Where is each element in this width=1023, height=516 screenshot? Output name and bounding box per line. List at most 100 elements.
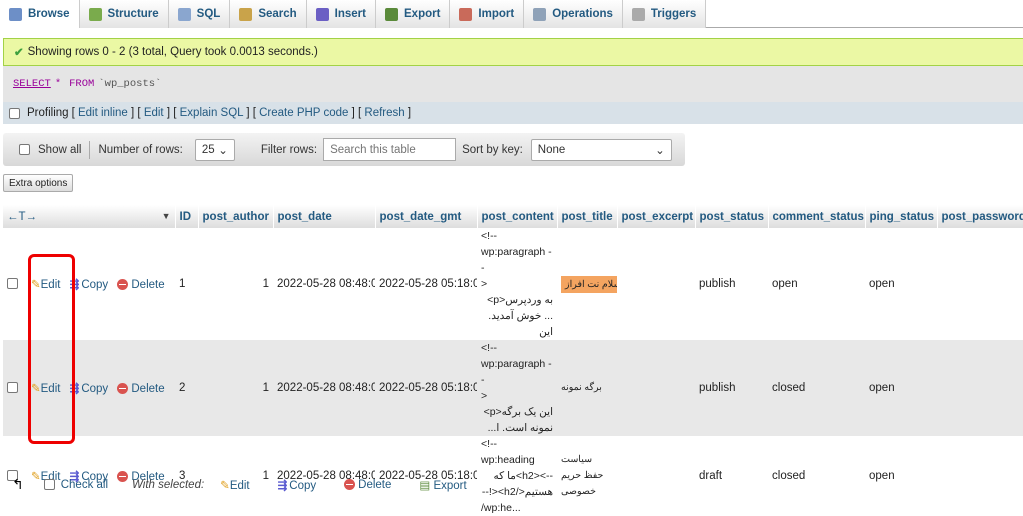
cell-content: <!-- wp:paragraph -- > به وردپرس<p> ... خوش …: [477, 228, 558, 340]
content-line: --><h2>ما که: [493, 470, 554, 482]
tab-label: Search: [258, 8, 297, 20]
tab-browse[interactable]: Browse: [0, 0, 80, 28]
check-all-label[interactable]: Check all: [61, 479, 108, 491]
tab-search[interactable]: Search: [230, 0, 307, 28]
delete-icon: [117, 383, 129, 395]
insert-icon: [315, 7, 329, 21]
link-explain-sql[interactable]: Explain SQL: [180, 107, 244, 119]
column-ping_status[interactable]: ping_status: [865, 205, 938, 228]
triggers-icon: [631, 7, 645, 21]
tab-sql[interactable]: SQL: [168, 0, 231, 28]
column-resize-header[interactable]: ←T→ ▼: [3, 205, 176, 228]
export-icon: [385, 7, 398, 21]
cell-password: [937, 436, 1023, 516]
check-all-checkbox[interactable]: [43, 479, 55, 490]
column-ID[interactable]: ID: [175, 205, 199, 228]
sort-caret-icon[interactable]: ▼: [162, 211, 171, 221]
link-refresh[interactable]: Refresh: [364, 107, 404, 119]
arrows-icon: ←T→: [7, 210, 38, 223]
content-line: <!-- wp:heading: [481, 438, 535, 466]
column-post_content[interactable]: post_content: [477, 205, 558, 228]
chevron-down-icon: ⌄: [218, 144, 228, 157]
tab-insert[interactable]: Insert: [306, 0, 376, 28]
cell-id: 2: [175, 340, 199, 436]
bulk-export-button[interactable]: ▤ Export: [419, 478, 466, 492]
tab-label: Operations: [552, 8, 613, 20]
content-line: هستیم</h2><!--: [481, 486, 554, 498]
tab-operations[interactable]: Operations: [524, 0, 623, 28]
row-checkbox[interactable]: [7, 382, 18, 394]
edit-label: Edit: [40, 279, 61, 291]
edit-button[interactable]: ✎Edit: [31, 279, 60, 291]
cell-author: 1: [198, 340, 274, 436]
structure-icon: [88, 7, 102, 21]
content-line: این یک برگه<p>: [483, 406, 554, 418]
sort-value: None: [537, 143, 566, 156]
cell-password: [937, 228, 1023, 340]
column-post_password[interactable]: post_password: [937, 205, 1023, 228]
cell-status: publish: [695, 228, 769, 340]
cell-id: 1: [175, 228, 199, 340]
bulk-edit-button[interactable]: ✎Edit: [220, 478, 249, 492]
extra-options-button[interactable]: Extra options: [3, 174, 74, 192]
rows-value: 25: [201, 143, 215, 156]
cell-status: draft: [695, 436, 769, 516]
link-edit-inline[interactable]: Edit inline: [78, 107, 128, 119]
tab-export[interactable]: Export: [376, 0, 451, 28]
tab-structure[interactable]: Structure: [79, 0, 169, 28]
column-comment_status[interactable]: comment_status: [768, 205, 866, 228]
cell-ping-status: open: [865, 228, 938, 340]
check-icon: ✔: [14, 47, 24, 59]
copy-button[interactable]: ⇶ Copy: [70, 383, 109, 395]
tab-import[interactable]: Import: [450, 0, 525, 28]
copy-label: Copy: [81, 279, 109, 291]
bulk-actions: ↰ Check all With selected: ✎Edit ⇶ Copy D…: [12, 476, 467, 493]
bulk-delete-button[interactable]: Delete: [344, 479, 391, 491]
content-line: به وردپرس<p>: [487, 294, 554, 306]
column-post_date_gmt[interactable]: post_date_gmt: [375, 205, 478, 228]
profiling-checkbox[interactable]: [9, 107, 20, 119]
notice-text: Showing rows 0 - 2 (3 total, Query took …: [27, 46, 318, 58]
bulk-copy-button[interactable]: ⇶ Copy: [278, 478, 317, 492]
content-line: نمونه است. ا...: [487, 422, 554, 434]
table-row: ✎Edit ⇶ Copy Delete 2 1 2022-05-28 08:48:…: [3, 340, 1023, 436]
content-line: wp:paragraph --: [481, 246, 552, 274]
row-checkbox[interactable]: [7, 278, 18, 290]
column-post_excerpt[interactable]: post_excerpt: [617, 205, 696, 228]
copy-button[interactable]: ⇶ Copy: [70, 279, 109, 291]
cell-date: 2022-05-28 08:48:05: [273, 340, 376, 436]
link-edit[interactable]: Edit: [144, 107, 164, 119]
column-post_author[interactable]: post_author: [198, 205, 274, 228]
rows-select[interactable]: 25 ⌄: [194, 138, 235, 161]
content-line: <!--: [481, 230, 498, 242]
bulk-copy-label: Copy: [289, 479, 317, 492]
export-icon: ▤: [419, 479, 431, 492]
sql-table: `wp_posts`: [98, 78, 162, 90]
delete-icon: [117, 279, 129, 291]
cell-comment-status: open: [768, 228, 866, 340]
content-line: <!--: [481, 342, 498, 354]
show-all-checkbox[interactable]: [19, 144, 30, 155]
link-create-php-code[interactable]: Create PHP code: [259, 107, 348, 119]
copy-icon: ⇶: [69, 279, 80, 291]
browse-icon: [9, 7, 22, 21]
edit-button[interactable]: ✎Edit: [31, 383, 60, 395]
sort-select[interactable]: None ⌄: [530, 138, 672, 161]
import-icon: [459, 7, 473, 21]
copy-icon: ⇶: [277, 479, 288, 492]
content-line: >: [481, 278, 488, 290]
cell-excerpt: [617, 340, 696, 436]
sql-select[interactable]: SELECT: [13, 78, 51, 90]
cell-content: <!-- wp:heading --><h2>ما که هستیم</h2><!-…: [477, 436, 558, 516]
delete-button[interactable]: Delete: [117, 279, 165, 291]
filter-input[interactable]: [323, 138, 457, 161]
cell-author: 1: [198, 228, 274, 340]
column-post_status[interactable]: post_status: [695, 205, 769, 228]
column-post_title[interactable]: post_title: [557, 205, 618, 228]
results-table: ←T→ ▼ ID post_author post_date post_date_gmt p…: [3, 205, 1023, 516]
delete-button[interactable]: Delete: [117, 383, 165, 395]
tab-label: Structure: [107, 8, 159, 20]
sql-from: FROM: [69, 78, 95, 90]
tab-triggers[interactable]: Triggers: [622, 0, 707, 28]
column-post_date[interactable]: post_date: [273, 205, 376, 228]
